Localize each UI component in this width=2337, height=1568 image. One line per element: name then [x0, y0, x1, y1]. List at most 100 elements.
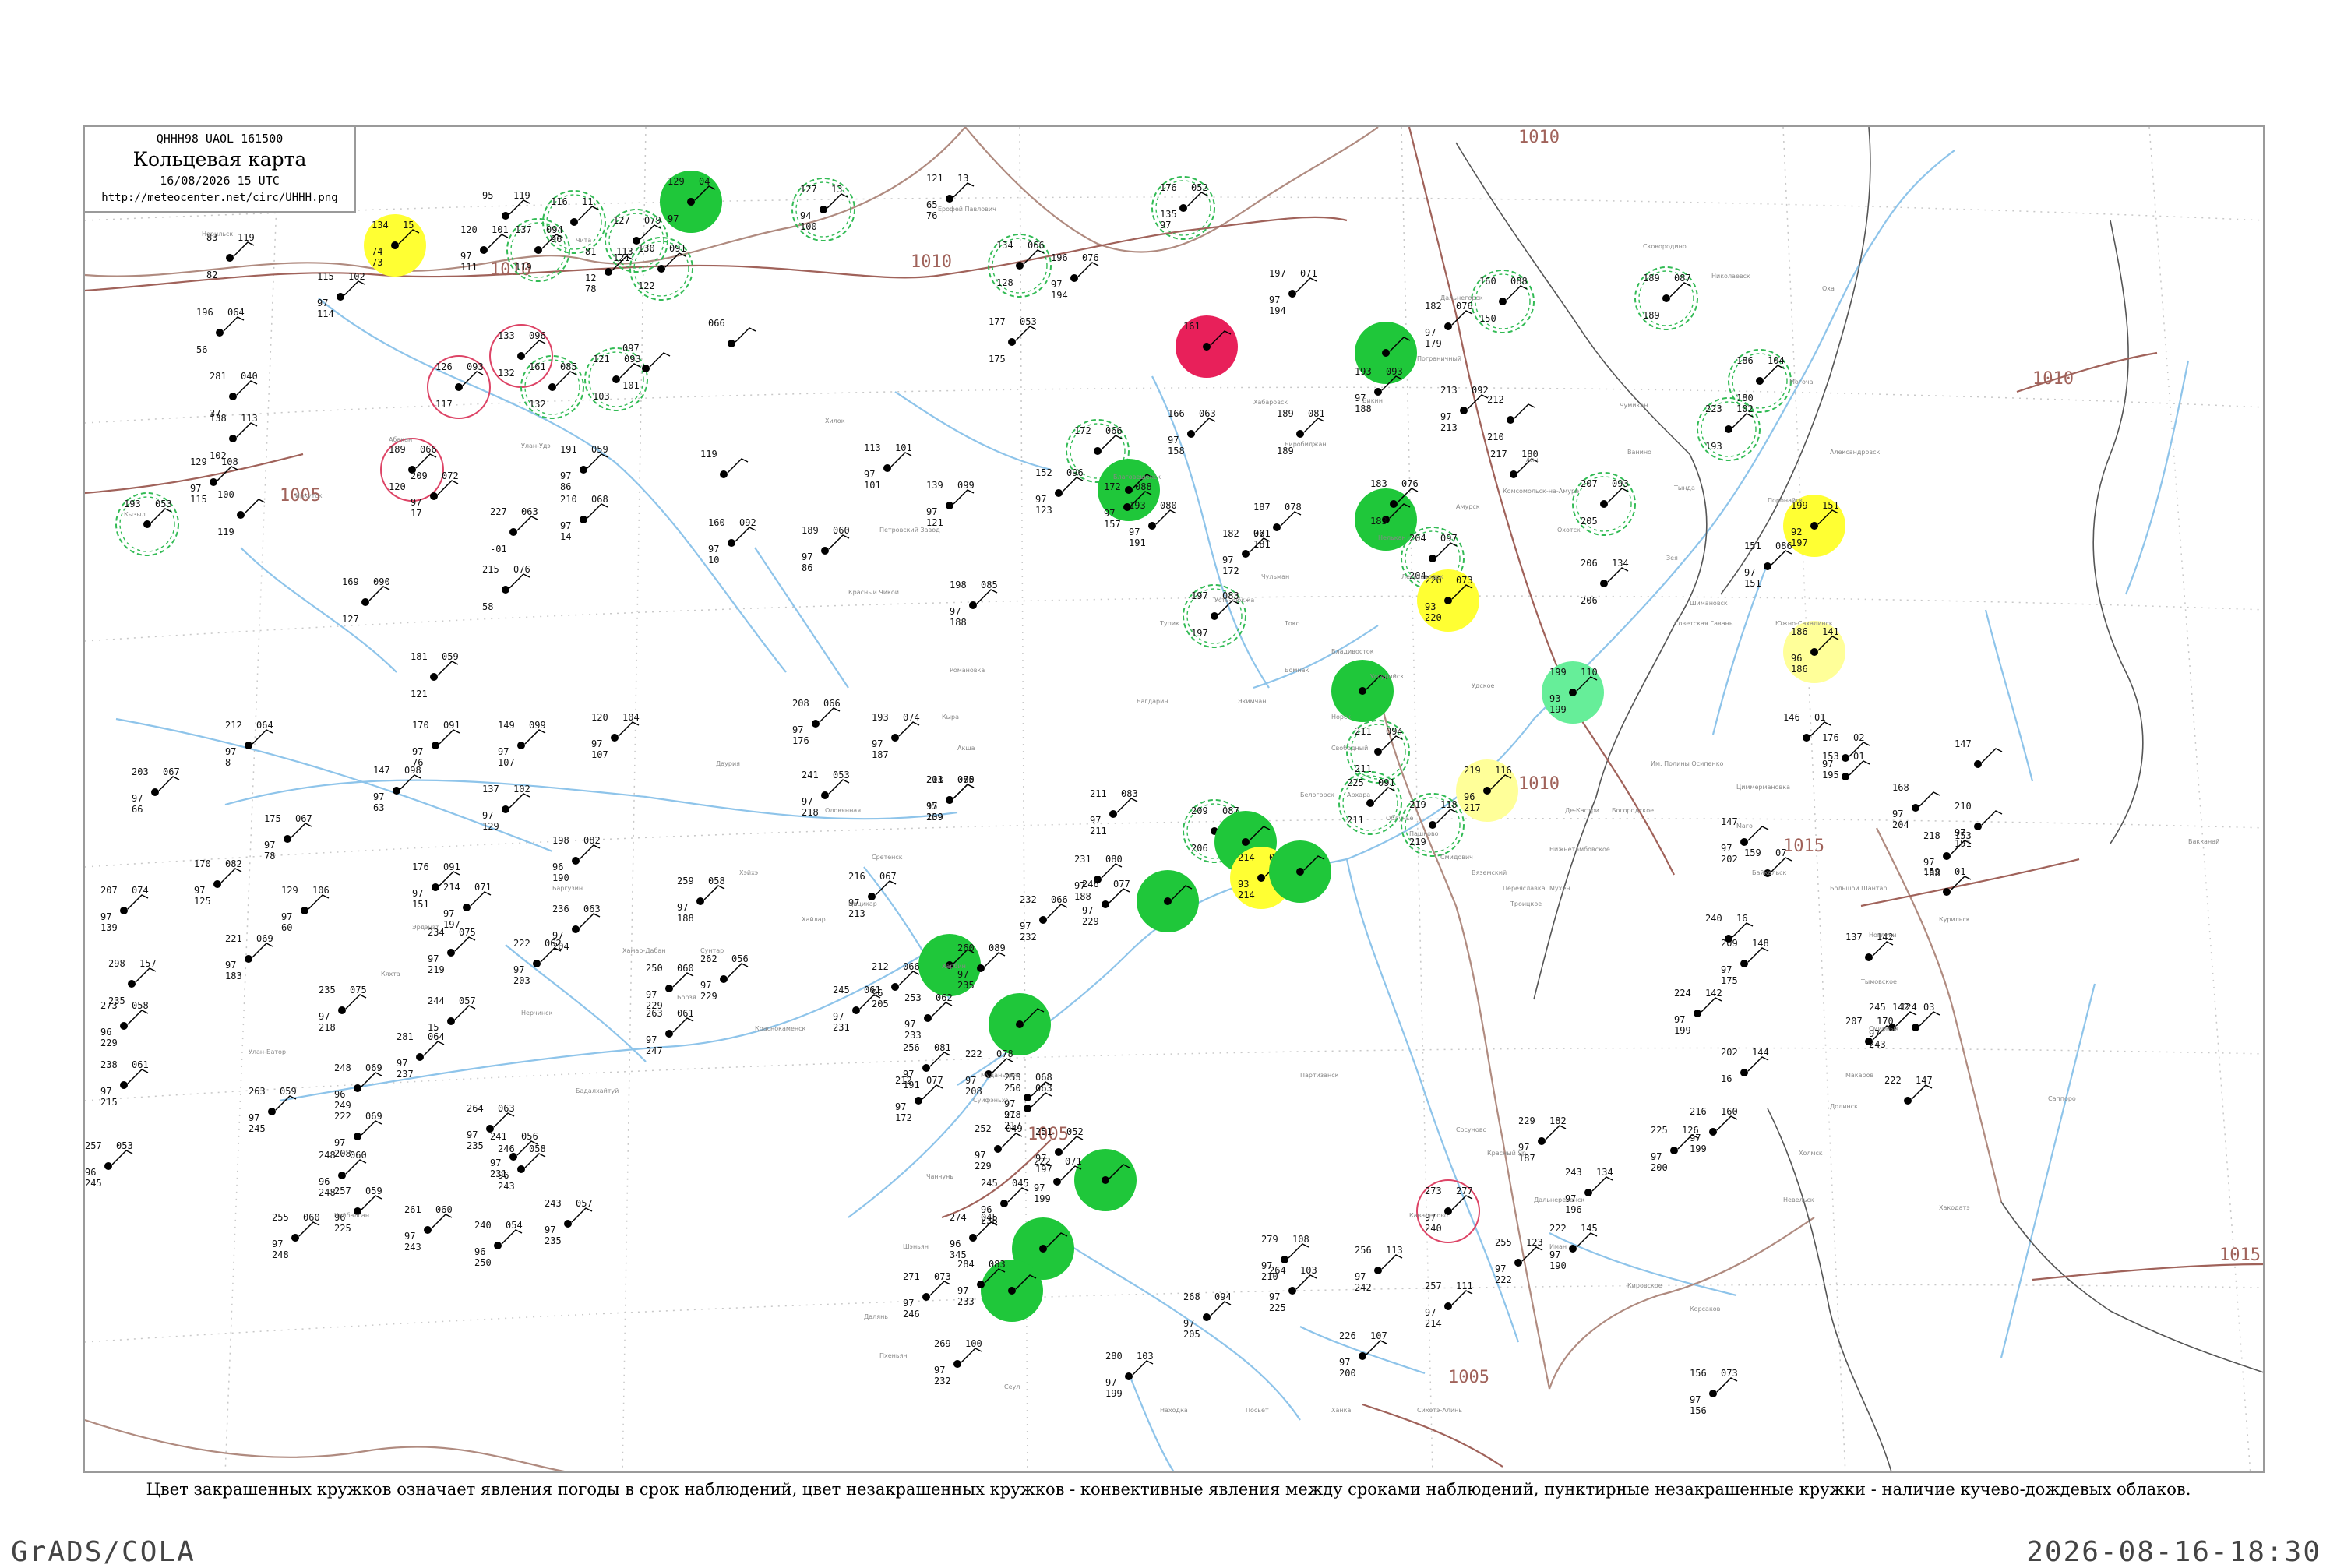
station-value-t: 206 [1581, 558, 1598, 569]
station-value-t: 255 [1495, 1237, 1512, 1248]
wind-barb [1303, 418, 1325, 433]
station-value-t: 193 [1355, 366, 1372, 377]
station-value-n: 65 [926, 199, 937, 210]
station-name: Мухен [1549, 885, 1570, 892]
station-plot: 170 091 9776 [412, 720, 460, 768]
station-value-p: 186 [1791, 664, 1808, 675]
station-value-t: 95 [482, 190, 493, 201]
station-value-n: 97 [591, 738, 602, 749]
station-value-p: 197 [443, 919, 460, 930]
station-value-d: 075 [459, 927, 476, 938]
station-value-d: 066 [1105, 425, 1123, 436]
station-plot: 189 087 189 [1634, 266, 1698, 330]
station-circle [1164, 897, 1172, 905]
station-value-d: 066 [903, 961, 920, 972]
station-value-d: 089 [989, 943, 1006, 953]
river [505, 944, 647, 1062]
station-value-p: 199 [1674, 1025, 1691, 1036]
station-value-p: 78 [585, 284, 596, 294]
station-plot: 196 064 56 [196, 307, 245, 355]
station-value-t: 170 [412, 720, 429, 731]
station-plot: 81 113 1278 [585, 246, 633, 294]
station-circle [821, 791, 829, 799]
station-value-p: 208 [965, 1086, 982, 1097]
station-value-p: 101 [864, 480, 881, 491]
station-plot: 257 111 97214 [1425, 1281, 1473, 1329]
station-value-p: 58 [482, 601, 493, 612]
station-name: Чанчунь [926, 1173, 953, 1180]
station-value-p: 248 [319, 1187, 336, 1198]
station-value-n: 96 [85, 1167, 96, 1178]
wind-barb [291, 823, 312, 838]
station-value-d: 081 [934, 1042, 951, 1053]
station-value-d: 118 [1440, 799, 1458, 810]
station-name: Эрдэнэт [412, 924, 439, 931]
station-name: Биробиджан [1285, 441, 1327, 448]
station-plot: 209 072 9717 [411, 470, 459, 519]
station-value-t: 212 [1487, 394, 1504, 405]
station-value-t: 81 [585, 246, 596, 257]
station-circle [1296, 430, 1304, 438]
station-value-d: 091 [443, 862, 460, 872]
wind-barb [135, 967, 157, 983]
station-value-n: 97 [802, 551, 812, 562]
station-value-t: 175 [264, 813, 281, 824]
station-plot: 222 062 97203 [513, 938, 562, 986]
station-plot: 263 061 97247 [646, 1008, 694, 1056]
wind-barb [1701, 997, 1722, 1013]
station-plot: 202 144 16 [1721, 1047, 1769, 1084]
station-value-p: 86 [560, 481, 571, 492]
station-value-p: 151 [1744, 578, 1761, 589]
station-circle [1374, 748, 1382, 756]
station-value-p: 60 [281, 922, 292, 933]
station-value-d: 153 [1955, 830, 1972, 841]
station-value-n: 97 [957, 969, 968, 980]
station-circle [994, 1145, 1002, 1153]
station-value-t: 218 [1923, 830, 1940, 841]
station-circle [430, 492, 438, 500]
wind-barb [672, 972, 694, 988]
station-plot: 232 06697232 [1020, 894, 1068, 943]
station-value-t: 138 [210, 413, 227, 424]
station-circle [338, 1172, 346, 1179]
wind-barb [1981, 748, 2003, 763]
station-value-p: 96 [551, 234, 562, 245]
station-value-p: 232 [934, 1376, 951, 1387]
station-name: Баргузин [552, 885, 583, 892]
station-value-t: 252 [975, 1123, 992, 1134]
source-url[interactable]: http://meteocenter.net/circ/UHHH.png [85, 189, 354, 206]
station-value-d: 145 [1581, 1223, 1598, 1234]
station-value-p: 114 [317, 308, 334, 319]
wind-barb [233, 241, 255, 257]
station-value-n: 97 [646, 1034, 657, 1045]
station-value-t: 066 [708, 318, 725, 329]
render-timestamp: 2026-08-16-18:30 [2026, 1536, 2321, 1568]
wind-barb [1280, 511, 1302, 527]
station-value-d: 148 [1752, 938, 1769, 949]
station-value-n: 97 [560, 520, 571, 531]
station-name: Краснокаменск [755, 1025, 806, 1032]
station-plot: 193 053 [115, 492, 179, 556]
station-value-d: 090 [373, 576, 390, 587]
station-value-d: 052 [1066, 1126, 1084, 1137]
station-name: Нерчинск [521, 1010, 553, 1017]
station-plot: 196 076 97194 [1051, 252, 1099, 301]
station-value-p: 199 [1690, 1143, 1707, 1154]
station-value-d: 102 [348, 271, 365, 282]
station-value-n: 97 [1549, 1249, 1560, 1260]
station-value-p: 213 [848, 908, 865, 919]
wind-barb [1747, 1056, 1769, 1072]
station-value-d: 053 [833, 770, 850, 780]
isobar-label: 1010 [911, 252, 952, 272]
station-value-d: 119 [513, 190, 530, 201]
station-name: Корсаков [1690, 1305, 1721, 1313]
station-value-n: 97 [1892, 809, 1903, 819]
station-circle [1764, 562, 1771, 570]
station-value-d: 076 [1456, 301, 1473, 312]
station-circle [1740, 838, 1748, 846]
station-plot: 187 07897181 [1253, 502, 1302, 550]
station-circle [1148, 522, 1156, 530]
station-value-d: 101 [895, 442, 912, 453]
station-value-p: 203 [513, 975, 530, 986]
station-value-n: 97 [397, 1058, 407, 1069]
